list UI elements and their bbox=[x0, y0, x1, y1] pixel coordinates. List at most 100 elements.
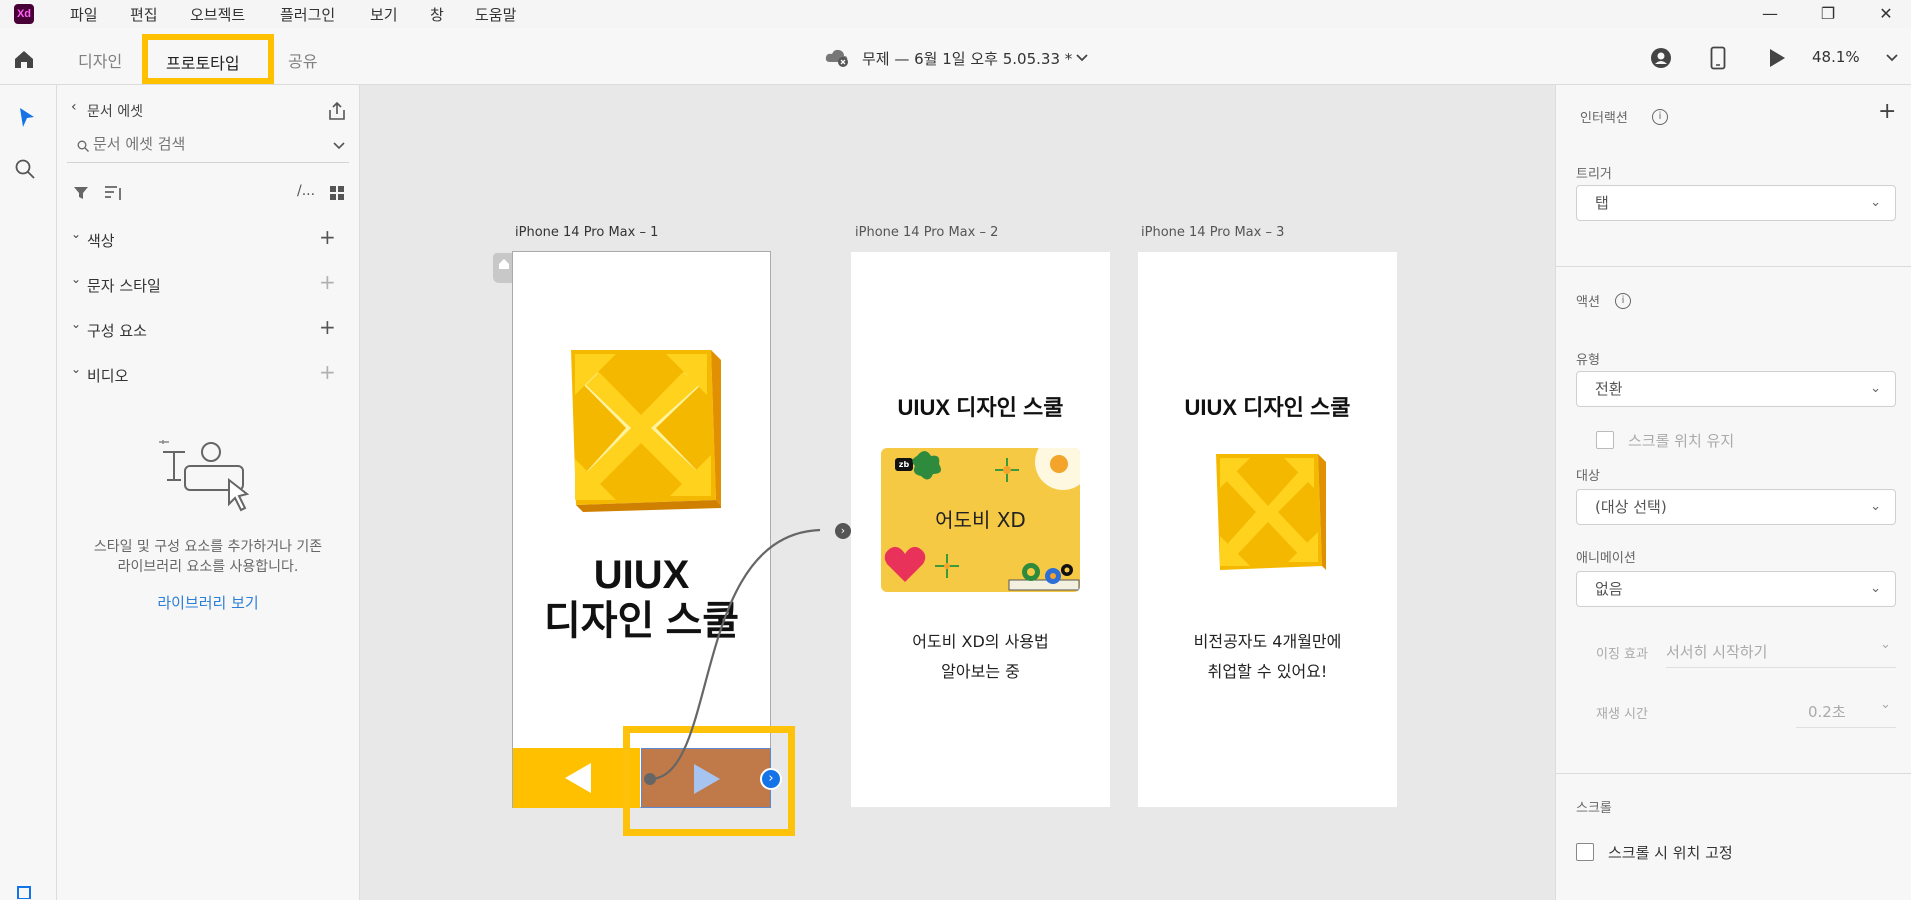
artboard-1[interactable]: UIUX 디자인 스쿨 bbox=[512, 251, 771, 808]
back-chevron-icon[interactable]: ‹ bbox=[71, 99, 77, 115]
property-inspector: 인터랙션 i + 트리거 탭 ⌄ 액션 i 유형 전환 ⌄ 스크롤 위치 유지 … bbox=[1555, 85, 1911, 900]
empty-assets-message: 스타일 및 구성 요소를 추가하거나 기존 라이브러리 요소를 사용합니다. bbox=[57, 537, 359, 577]
tool-rail bbox=[0, 85, 57, 900]
action-type-value: 전환 bbox=[1595, 380, 1623, 398]
menu-file[interactable]: 파일 bbox=[70, 4, 98, 25]
adobe-xd-card: zb 어도비 XD bbox=[881, 448, 1080, 592]
destination-value: (대상 선택) bbox=[1595, 498, 1667, 516]
fix-on-scroll-label: 스크롤 시 위치 고정 bbox=[1608, 844, 1733, 862]
expand-chevron-icon: ⌄ bbox=[71, 272, 82, 286]
artboard-3[interactable]: UIUX 디자인 스쿨 비전공자도 4개월만에 취업할 수 있어요! bbox=[1138, 252, 1397, 807]
section-components[interactable]: ⌄ 구성 요소 + bbox=[57, 315, 359, 345]
add-text-style-icon[interactable]: + bbox=[319, 270, 336, 294]
artboard-3-description: 비전공자도 4개월만에 취업할 수 있어요! bbox=[1138, 627, 1397, 687]
arrow-left-icon bbox=[565, 763, 591, 793]
animation-value: 없음 bbox=[1595, 580, 1623, 598]
device-preview-icon[interactable] bbox=[1710, 46, 1726, 70]
empty-assets-illustration-icon bbox=[159, 440, 250, 512]
tab-share[interactable]: 공유 bbox=[288, 48, 317, 72]
type-label: 유형 bbox=[1576, 353, 1600, 368]
wire-handle-icon[interactable]: › bbox=[760, 768, 782, 790]
add-component-icon[interactable]: + bbox=[319, 315, 336, 339]
section-video[interactable]: ⌄ 비디오 + bbox=[57, 360, 359, 390]
divider bbox=[1556, 773, 1911, 774]
sort-icon[interactable] bbox=[103, 184, 123, 202]
maximize-button[interactable]: ❐ bbox=[1808, 2, 1848, 26]
artboard-2-label[interactable]: iPhone 14 Pro Max – 2 bbox=[855, 225, 998, 240]
info-icon[interactable]: i bbox=[1652, 109, 1668, 125]
menu-help[interactable]: 도움말 bbox=[475, 4, 516, 25]
duration-label: 재생 시간 bbox=[1596, 707, 1648, 722]
cloud-offline-icon bbox=[825, 49, 848, 67]
path-view-toggle[interactable]: /... bbox=[297, 183, 315, 199]
assets-back-link[interactable]: 문서 에셋 bbox=[87, 101, 143, 121]
artboard-3-desc-line2: 취업할 수 있어요! bbox=[1207, 662, 1328, 681]
minimize-button[interactable]: — bbox=[1750, 2, 1790, 26]
chevron-down-icon: ⌄ bbox=[1880, 697, 1891, 712]
play-preview-icon[interactable] bbox=[1768, 48, 1786, 68]
artboard-3-label[interactable]: iPhone 14 Pro Max – 3 bbox=[1141, 225, 1284, 240]
preserve-scroll-label: 스크롤 위치 유지 bbox=[1628, 432, 1735, 450]
duration-dropdown[interactable]: 0.2초 ⌄ bbox=[1796, 693, 1896, 728]
asset-search-field[interactable] bbox=[67, 130, 349, 163]
prev-button[interactable] bbox=[513, 748, 640, 808]
chevron-down-icon: ⌄ bbox=[1870, 499, 1881, 514]
add-color-icon[interactable]: + bbox=[319, 225, 336, 249]
plants-book-icon bbox=[1008, 563, 1080, 591]
artboard-3-desc-line1: 비전공자도 4개월만에 bbox=[1193, 632, 1342, 651]
artboard-2[interactable]: UIUX 디자인 스쿨 zb 어도비 XD 어도비 XD의 사용법 알아보는 중 bbox=[851, 252, 1110, 807]
asset-search-input[interactable] bbox=[91, 134, 315, 154]
add-interaction-icon[interactable]: + bbox=[1878, 99, 1896, 124]
search-filter-chevron-icon[interactable] bbox=[333, 142, 345, 150]
wire-target-arrow-icon[interactable]: › bbox=[835, 523, 851, 539]
action-type-dropdown[interactable]: 전환 ⌄ bbox=[1576, 371, 1896, 407]
trigger-dropdown[interactable]: 탭 ⌄ bbox=[1576, 185, 1896, 221]
document-title[interactable]: 무제 — 6월 1일 오후 5.05.33 * bbox=[862, 48, 1072, 69]
select-tool-icon[interactable] bbox=[18, 107, 36, 129]
destination-label: 대상 bbox=[1576, 469, 1600, 484]
user-share-icon[interactable] bbox=[1650, 47, 1672, 69]
info-icon[interactable]: i bbox=[1615, 293, 1631, 309]
tab-design[interactable]: 디자인 bbox=[78, 48, 122, 72]
section-colors[interactable]: ⌄ 색상 + bbox=[57, 225, 359, 255]
menu-object[interactable]: 오브젝트 bbox=[190, 4, 245, 25]
artboard-2-heading: UIUX 디자인 스쿨 bbox=[897, 395, 1064, 420]
add-video-icon[interactable]: + bbox=[319, 360, 336, 384]
zoom-chevron-icon[interactable] bbox=[1886, 54, 1898, 62]
canvas[interactable]: iPhone 14 Pro Max – 1 UIUX 디자인 스쿨 › › iP… bbox=[360, 85, 1554, 900]
sparkle-small-icon bbox=[935, 554, 959, 578]
tab-prototype[interactable]: 프로토타입 bbox=[142, 34, 274, 84]
empty-text-line-2: 라이브러리 요소를 사용합니다. bbox=[117, 559, 299, 575]
export-icon[interactable] bbox=[327, 101, 347, 121]
scroll-title: 스크롤 bbox=[1576, 801, 1612, 816]
filter-icon[interactable] bbox=[73, 185, 89, 201]
trigger-label: 트리거 bbox=[1576, 167, 1612, 182]
section-components-label: 구성 요소 bbox=[87, 322, 147, 340]
view-library-link[interactable]: 라이브러리 보기 bbox=[57, 592, 359, 613]
home-icon[interactable] bbox=[12, 48, 36, 70]
preserve-scroll-checkbox[interactable] bbox=[1596, 431, 1614, 449]
grid-view-icon[interactable] bbox=[329, 185, 345, 201]
destination-dropdown[interactable]: (대상 선택) ⌄ bbox=[1576, 489, 1896, 525]
menu-window[interactable]: 창 bbox=[430, 4, 444, 25]
animation-label: 애니메이션 bbox=[1576, 551, 1636, 566]
zoom-level[interactable]: 48.1% bbox=[1812, 48, 1860, 66]
menu-edit[interactable]: 편집 bbox=[130, 4, 158, 25]
artboard-1-label[interactable]: iPhone 14 Pro Max – 1 bbox=[515, 225, 658, 240]
trigger-value: 탭 bbox=[1595, 194, 1609, 212]
assets-panel: ‹ 문서 에셋 /... ⌄ 색상 + ⌄ 문자 스타일 + bbox=[57, 85, 360, 900]
easing-dropdown[interactable]: 서서히 시작하기 ⌄ bbox=[1666, 633, 1896, 668]
close-button[interactable]: ✕ bbox=[1866, 2, 1906, 26]
library-icon[interactable] bbox=[16, 885, 34, 899]
animation-dropdown[interactable]: 없음 ⌄ bbox=[1576, 571, 1896, 607]
menu-plugins[interactable]: 플러그인 bbox=[280, 4, 335, 25]
search-icon[interactable] bbox=[14, 158, 36, 180]
fix-on-scroll-checkbox[interactable] bbox=[1576, 843, 1594, 861]
menu-view[interactable]: 보기 bbox=[370, 4, 398, 25]
sparkle-icon bbox=[995, 458, 1019, 482]
section-text-styles[interactable]: ⌄ 문자 스타일 + bbox=[57, 270, 359, 300]
chevron-down-icon[interactable] bbox=[1076, 54, 1088, 62]
artboard-1-title-line1: UIUX bbox=[593, 553, 690, 597]
empty-text-line-1: 스타일 및 구성 요소를 추가하거나 기존 bbox=[93, 539, 323, 555]
xd-3d-logo-small-icon bbox=[1216, 454, 1326, 570]
